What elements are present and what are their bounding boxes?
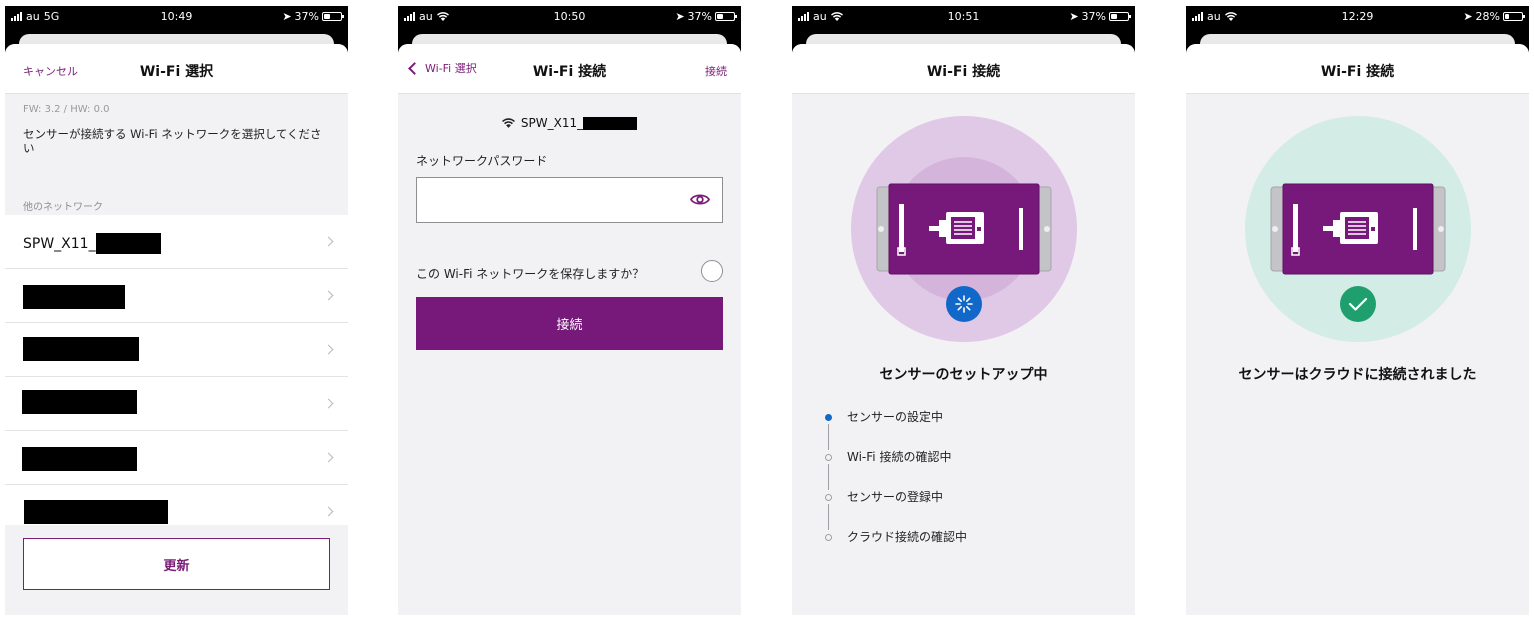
network-row[interactable]: SPW_X11_ — [5, 215, 348, 269]
check-icon — [1340, 286, 1376, 322]
step-connector — [828, 424, 829, 450]
page-title: Wi-Fi 接続 — [1320, 64, 1395, 80]
nav-bar: Wi-Fi 接続 — [1186, 44, 1529, 94]
page-title: Wi-Fi 接続 — [532, 64, 607, 80]
eye-icon[interactable] — [690, 192, 710, 207]
step-item: センサーの設定中 — [822, 410, 1102, 450]
step-item: クラウド接続の確認中 — [822, 530, 1102, 570]
location-icon: ➤ — [675, 10, 685, 23]
battery-icon — [1503, 12, 1525, 21]
spinner-icon — [946, 286, 982, 322]
step-connector — [828, 504, 829, 530]
redaction-box — [23, 285, 125, 309]
page-title: Wi-Fi 接続 — [926, 64, 1001, 80]
battery-icon — [322, 12, 344, 21]
battery-percent: 37% — [687, 10, 712, 23]
step-connector — [828, 464, 829, 490]
chevron-right-icon — [323, 452, 334, 463]
nav-bar: Wi-Fi 接続 — [792, 44, 1135, 94]
ssid-name: SPW_X11_ — [520, 116, 584, 130]
network-row[interactable] — [5, 431, 348, 485]
step-dot-icon — [825, 534, 832, 541]
step-dot-icon — [825, 454, 832, 461]
network-list: SPW_X11_ — [5, 215, 348, 525]
battery-icon — [1109, 12, 1131, 21]
redaction-box — [23, 337, 139, 361]
battery-percent: 37% — [1081, 10, 1106, 23]
location-icon: ➤ — [282, 10, 292, 23]
nav-bar: キャンセル Wi-Fi 選択 — [5, 44, 348, 94]
battery-percent: 37% — [294, 10, 319, 23]
step-label: クラウド接続の確認中 — [847, 530, 968, 544]
chevron-right-icon — [323, 344, 334, 355]
redaction-box — [583, 116, 638, 130]
step-dot-icon — [825, 414, 832, 421]
chevron-right-icon — [323, 236, 334, 247]
ssid-display: SPW_X11_ — [398, 116, 741, 130]
step-label: センサーの登録中 — [847, 490, 944, 504]
network-name: SPW_X11_ — [23, 235, 96, 252]
connect-button[interactable]: 接続 — [416, 297, 723, 350]
save-network-label: この Wi-Fi ネットワークを保存しますか？ — [416, 267, 645, 281]
instruction-text: センサーが接続する Wi-Fi ネットワークを選択してください — [23, 127, 322, 155]
page-title: Wi-Fi 選択 — [139, 64, 214, 80]
network-row[interactable] — [5, 485, 348, 525]
location-icon: ➤ — [1069, 10, 1079, 23]
network-row[interactable] — [5, 377, 348, 431]
modal-sheet: Wi-Fi 接続 センサーのセットアップ中 センサーの設定中 Wi-Fi 接続の… — [792, 44, 1135, 615]
connect-nav-button[interactable]: 接続 — [705, 63, 727, 79]
screen-wifi-select: au 5G 10:49 ➤ 37% キャンセル Wi-Fi 選択 FW: 3.2… — [5, 6, 348, 615]
setup-steps: センサーの設定中 Wi-Fi 接続の確認中 センサーの登録中 クラウド接続の確認… — [822, 410, 1102, 570]
screen-setup-progress: au 10:51 ➤ 37% Wi-Fi 接続 センサーのセットアップ中 センサ… — [792, 6, 1135, 615]
redaction-box — [24, 500, 168, 524]
step-label: Wi-Fi 接続の確認中 — [847, 450, 952, 464]
step-dot-icon — [825, 494, 832, 501]
network-row[interactable] — [5, 323, 348, 377]
wifi-icon — [501, 118, 515, 128]
firmware-info: FW: 3.2 / HW: 0.0 — [23, 104, 110, 115]
chevron-right-icon — [323, 398, 334, 409]
screen-setup-complete: au 12:29 ➤ 28% Wi-Fi 接続 センサーはクラウドに接続されまし… — [1186, 6, 1529, 615]
battery-icon — [715, 12, 737, 21]
battery-percent: 28% — [1475, 10, 1500, 23]
sensor-setup-illustration — [851, 116, 1077, 342]
chevron-right-icon — [323, 290, 334, 301]
modal-sheet: キャンセル Wi-Fi 選択 FW: 3.2 / HW: 0.0 センサーが接続… — [5, 44, 348, 615]
password-input[interactable] — [416, 177, 723, 223]
network-row[interactable] — [5, 269, 348, 323]
step-item: センサーの登録中 — [822, 490, 1102, 530]
step-label: センサーの設定中 — [847, 410, 944, 424]
redaction-box — [22, 447, 137, 471]
status-bar: au 10:50 ➤ 37% — [398, 6, 741, 28]
redaction-box — [95, 233, 161, 254]
save-network-radio[interactable] — [701, 260, 723, 282]
complete-heading: センサーはクラウドに接続されました — [1238, 367, 1477, 383]
sensor-connected-illustration — [1245, 116, 1471, 342]
location-icon: ➤ — [1463, 10, 1473, 23]
section-label: 他のネットワーク — [23, 202, 103, 213]
status-bar: au 5G 10:49 ➤ 37% — [5, 6, 348, 28]
chevron-right-icon — [323, 506, 334, 517]
modal-sheet: Wi-Fi 選択 Wi-Fi 接続 接続 SPW_X11_ ネットワークパスワー… — [398, 44, 741, 615]
password-label: ネットワークパスワード — [416, 154, 548, 168]
nav-bar: Wi-Fi 選択 Wi-Fi 接続 接続 — [398, 44, 741, 94]
setup-heading: センサーのセットアップ中 — [879, 367, 1048, 383]
status-bar: au 10:51 ➤ 37% — [792, 6, 1135, 28]
refresh-button[interactable]: 更新 — [23, 538, 330, 590]
screen-wifi-connect: au 10:50 ➤ 37% Wi-Fi 選択 Wi-Fi 接続 接続 SPW_… — [398, 6, 741, 615]
redaction-box — [22, 390, 137, 414]
modal-sheet: Wi-Fi 接続 センサーはクラウドに接続されました — [1186, 44, 1529, 615]
status-bar: au 12:29 ➤ 28% — [1186, 6, 1529, 28]
step-item: Wi-Fi 接続の確認中 — [822, 450, 1102, 490]
